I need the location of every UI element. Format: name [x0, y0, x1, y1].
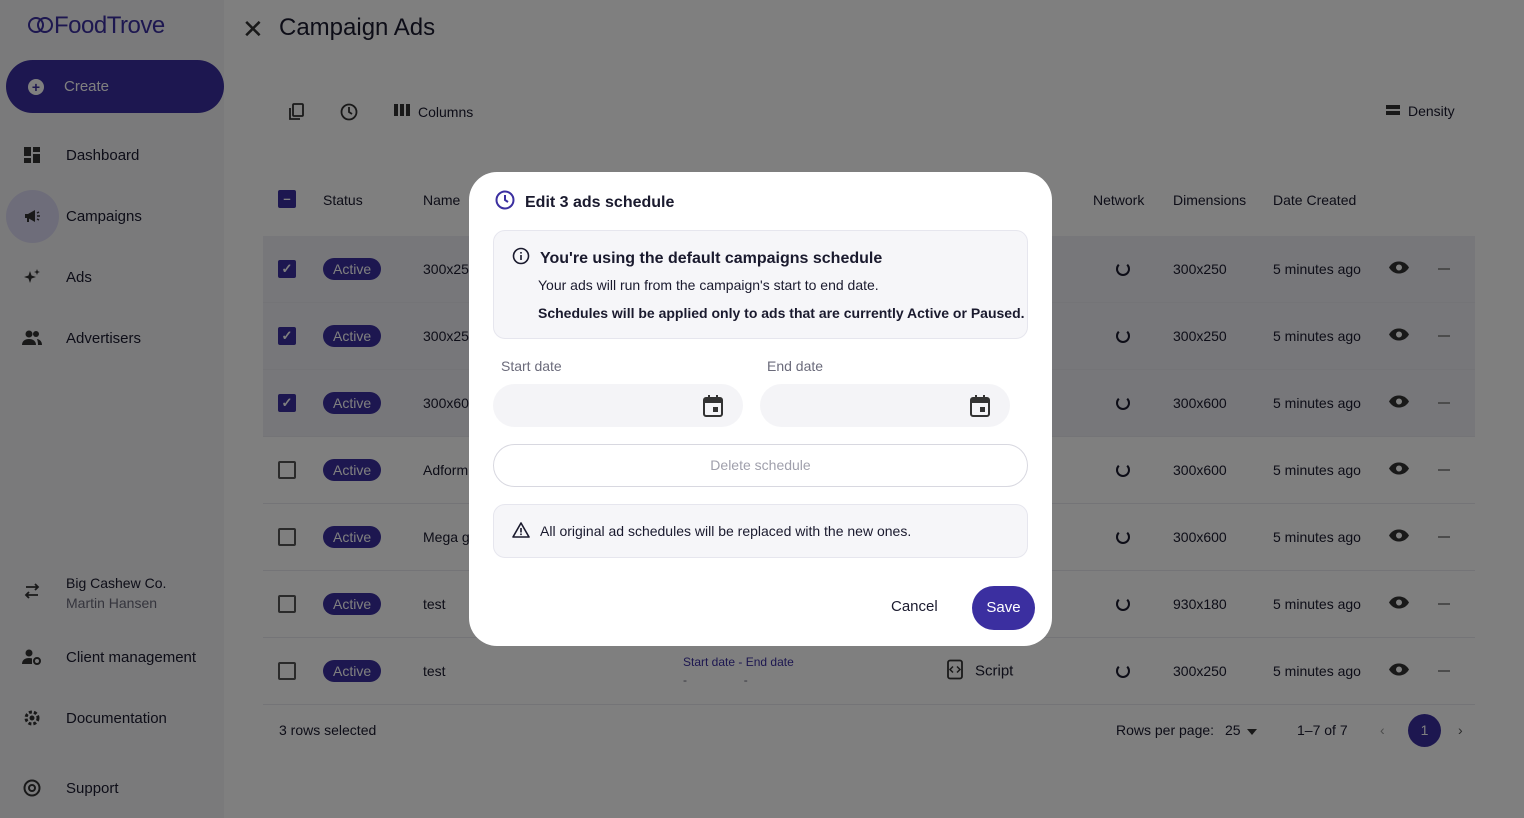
info-box: You're using the default campaigns sched… [493, 230, 1028, 339]
cancel-button[interactable]: Cancel [891, 598, 938, 615]
end-date-field[interactable] [760, 384, 1010, 427]
clock-icon [495, 190, 515, 215]
end-date-label: End date [767, 358, 824, 374]
warning-icon [512, 521, 530, 541]
warning-text: All original ad schedules will be replac… [540, 523, 912, 539]
calendar-icon[interactable] [970, 395, 990, 422]
start-date-field[interactable] [493, 384, 743, 427]
save-button[interactable]: Save [972, 586, 1035, 630]
info-line-2: Schedules will be applied only to ads th… [538, 305, 1025, 321]
dialog-title-text: Edit 3 ads schedule [525, 193, 675, 211]
delete-schedule-button[interactable]: Delete schedule [493, 444, 1028, 487]
info-heading: You're using the default campaigns sched… [512, 247, 882, 270]
warning-box: All original ad schedules will be replac… [493, 504, 1028, 558]
info-line-1: Your ads will run from the campaign's st… [538, 277, 879, 293]
dialog-title: Edit 3 ads schedule [495, 190, 674, 215]
calendar-icon[interactable] [703, 395, 723, 422]
info-heading-text: You're using the default campaigns sched… [540, 249, 883, 267]
info-icon [512, 247, 530, 270]
edit-schedule-dialog: Edit 3 ads schedule You're using the def… [469, 172, 1052, 646]
start-date-label: Start date [501, 358, 562, 374]
